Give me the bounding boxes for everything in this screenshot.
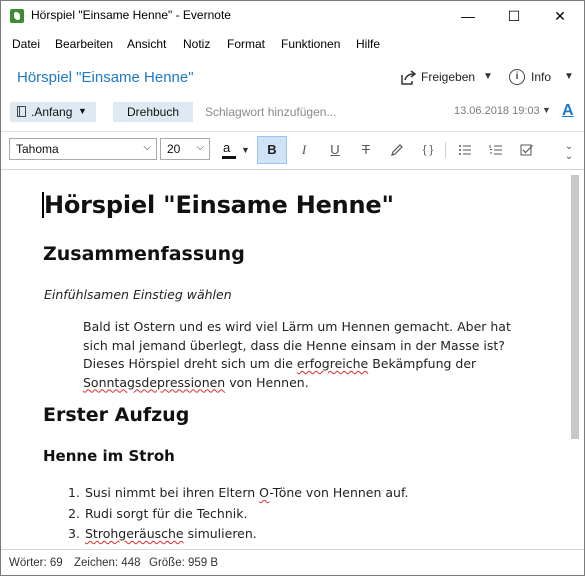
text-run: -Töne von Hennen auf. (269, 485, 409, 500)
note-size: Größe: 959 B (149, 557, 219, 569)
paragraph-line: sich mal jemand überlegt, dass die Henne… (83, 337, 505, 353)
highlighter-icon (391, 144, 403, 156)
menu-bar: Datei Bearbeiten Ansicht Notiz Format Fu… (1, 34, 584, 56)
divider (1, 131, 584, 132)
notebook-label: .Anfang (31, 105, 73, 119)
menu-hilfe[interactable]: Hilfe (356, 37, 380, 51)
italic-note: Einfühlsamen Einstieg wählen (44, 287, 232, 302)
numbered-list-icon (489, 145, 502, 155)
bullet-list-icon (459, 145, 471, 155)
date-dropdown-icon[interactable]: ▼ (542, 105, 551, 115)
heading-scene: Henne im Stroh (43, 447, 175, 465)
spelling-error[interactable]: O (259, 485, 269, 500)
italic-button[interactable]: I (290, 136, 318, 164)
menu-bearbeiten[interactable]: Bearbeiten (55, 37, 113, 51)
chevron-down-icon: ⌵ (196, 142, 204, 153)
spelling-error[interactable]: erfogreiche (297, 356, 368, 371)
notebook-icon (17, 106, 26, 117)
notebook-selector[interactable]: .Anfang ▼ (10, 102, 96, 122)
numbered-list-button[interactable] (482, 136, 510, 164)
text-run: Bekämpfung der (368, 356, 477, 371)
text-color-swatch (222, 156, 236, 159)
text-run: Rudi sorgt für die Technik. (85, 505, 248, 521)
more-options-icon[interactable]: ▼ (564, 71, 574, 82)
text-run: simulieren. (183, 526, 257, 541)
list-number: 1. (68, 485, 80, 500)
title-bar: Hörspiel "Einsame Henne" - Evernote — ☐ … (1, 1, 584, 31)
char-count: Zeichen: 448 (74, 557, 141, 569)
heading-summary: Zusammenfassung (43, 243, 245, 265)
font-settings-icon[interactable]: A (562, 102, 574, 120)
list-item: 3. Strohgeräusche simulieren. (68, 526, 408, 547)
share-button[interactable]: Freigeben (421, 70, 475, 84)
window-title: Hörspiel "Einsame Henne" - Evernote (31, 8, 231, 22)
text-color-button[interactable]: a (215, 136, 243, 164)
share-dropdown-icon[interactable]: ▼ (483, 71, 493, 82)
font-family-value: Tahoma (16, 142, 59, 156)
bold-button[interactable]: B (257, 136, 287, 164)
font-size-value: 20 (167, 142, 181, 156)
paragraph-line: Sonntagsdepressionen von Hennen. (83, 374, 503, 393)
toolbar-more-icon[interactable]: ⌄ ⌄ (558, 136, 580, 164)
menu-format[interactable]: Format (227, 37, 265, 51)
list-number: 3. (68, 526, 80, 541)
spelling-error[interactable]: Sonntagsdepressionen (83, 375, 225, 390)
status-bar: Wörter: 69 Zeichen: 448 Größe: 959 B (1, 549, 584, 575)
word-count: Wörter: 69 (9, 557, 63, 569)
evernote-logo-icon (10, 9, 24, 23)
menu-datei[interactable]: Datei (12, 37, 40, 51)
highlight-button[interactable] (383, 136, 411, 164)
note-title[interactable]: Hörspiel "Einsame Henne" (17, 69, 194, 86)
summary-paragraph: Bald ist Ostern und es wird viel Lärm um… (83, 318, 511, 393)
tag-chip[interactable]: Drehbuch (113, 102, 193, 122)
bullet-list-button[interactable] (451, 136, 479, 164)
heading-1: Hörspiel "Einsame Henne" (44, 191, 394, 219)
font-size-select[interactable]: 20 ⌵ (160, 138, 210, 160)
text-run: von Hennen. (225, 374, 309, 390)
tag-input[interactable] (205, 102, 395, 122)
scrollbar-thumb[interactable] (571, 175, 579, 439)
share-icon[interactable] (399, 69, 417, 87)
minimize-button[interactable]: — (445, 1, 491, 31)
strikethrough-button[interactable]: T (352, 136, 380, 164)
checkbox-button[interactable] (513, 136, 541, 164)
text-run: Susi nimmt bei ihren Eltern (85, 485, 260, 500)
menu-funktionen[interactable]: Funktionen (281, 37, 340, 51)
info-button[interactable]: Info (531, 70, 551, 84)
menu-ansicht[interactable]: Ansicht (127, 37, 166, 51)
checkbox-icon (520, 144, 533, 156)
paragraph-line: Bald ist Ostern und es wird viel Lärm um… (83, 319, 511, 334)
paragraph-line: Dieses Hörspiel dreht sich um die erfogr… (83, 355, 503, 374)
numbered-list: 1. Susi nimmt bei ihren Eltern O-Töne von… (68, 485, 409, 547)
heading-act: Erster Aufzug (43, 404, 190, 426)
list-item: 2. Rudi sorgt für die Technik. (68, 505, 408, 527)
evernote-window: Hörspiel "Einsame Henne" - Evernote — ☐ … (0, 0, 585, 576)
text-run: Dieses Hörspiel dreht sich um die (83, 356, 297, 371)
toolbar-divider (445, 142, 446, 158)
info-icon[interactable]: i (509, 69, 525, 85)
list-number: 2. (68, 505, 80, 521)
chevron-down-icon: ▼ (78, 106, 87, 116)
spelling-error[interactable]: Strohgeräusche (85, 526, 184, 541)
note-date[interactable]: 13.06.2018 19:03 (454, 105, 540, 117)
close-button[interactable]: ✕ (537, 1, 583, 31)
font-family-select[interactable]: Tahoma ⌵ (9, 138, 157, 160)
underline-button[interactable]: U (321, 136, 349, 164)
chevron-down-icon: ⌵ (143, 142, 151, 153)
maximize-button[interactable]: ☐ (491, 1, 537, 31)
list-item: 1. Susi nimmt bei ihren Eltern O-Töne von… (68, 485, 409, 506)
code-block-button[interactable]: { } (414, 136, 442, 164)
menu-notiz[interactable]: Notiz (183, 37, 210, 51)
text-color-dropdown-icon[interactable]: ▼ (241, 145, 250, 155)
